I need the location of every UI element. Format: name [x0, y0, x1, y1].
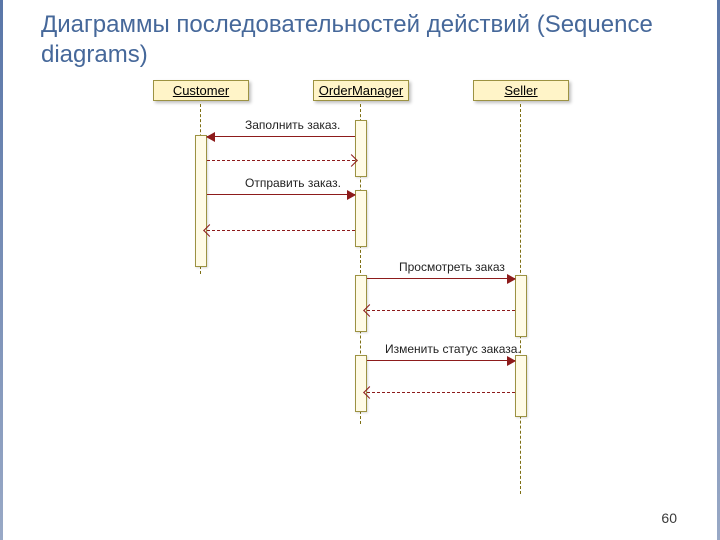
arrow-fill-return — [207, 160, 355, 161]
page-title: Диаграммы последовательностей действий (… — [41, 10, 677, 70]
msg-label-fill: Заполнить заказ. — [245, 118, 340, 132]
slide: Диаграммы последовательностей действий (… — [0, 0, 720, 540]
activation-om-1 — [355, 120, 367, 177]
page-number: 60 — [661, 510, 677, 526]
msg-label-view: Просмотреть заказ — [399, 260, 505, 274]
participant-ordermanager: OrderManager — [313, 80, 409, 101]
arrow-view-return — [367, 310, 515, 311]
msg-label-send: Отправить заказ. — [245, 176, 341, 190]
activation-seller-1 — [515, 275, 527, 337]
arrow-status — [367, 360, 515, 361]
arrow-fill — [207, 136, 355, 137]
activation-customer — [195, 135, 207, 267]
activation-seller-2 — [515, 355, 527, 417]
sequence-diagram: Customer OrderManager Seller Заполнить з… — [153, 80, 603, 500]
msg-label-status: Изменить статус заказа. — [385, 342, 521, 356]
participant-customer: Customer — [153, 80, 249, 101]
participant-seller: Seller — [473, 80, 569, 101]
activation-om-4 — [355, 355, 367, 412]
arrow-view — [367, 278, 515, 279]
arrow-send — [207, 194, 355, 195]
arrow-status-return — [367, 392, 515, 393]
activation-om-2 — [355, 190, 367, 247]
activation-om-3 — [355, 275, 367, 332]
arrow-send-return — [207, 230, 355, 231]
